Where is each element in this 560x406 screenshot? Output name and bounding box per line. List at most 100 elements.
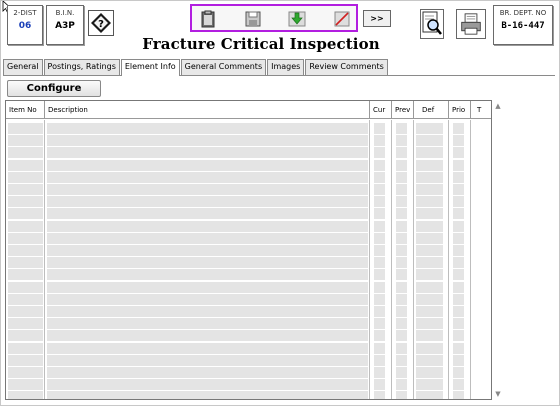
column-header-cur[interactable]: Cur [370,101,392,119]
column-header-def[interactable]: Def [414,101,449,119]
table-cell[interactable] [47,318,368,330]
table-cell[interactable] [47,135,368,147]
column-header-description[interactable]: Description [45,101,370,119]
print-preview-button[interactable] [420,9,444,39]
table-cell[interactable] [8,208,43,220]
table-cell[interactable] [416,306,443,317]
table-cell[interactable] [8,147,43,159]
table-cell[interactable] [374,269,385,281]
column-header-prio[interactable]: Prio [449,101,471,119]
tab-general-comments[interactable]: General Comments [180,59,267,75]
table-cell[interactable] [416,232,443,244]
table-cell[interactable] [8,245,43,256]
table-cell[interactable] [396,135,407,147]
save-button[interactable] [243,9,263,29]
table-cell[interactable] [374,123,385,134]
table-cell[interactable] [453,379,464,391]
table-cell[interactable] [416,196,443,208]
table-cell[interactable] [453,391,464,399]
table-cell[interactable] [8,171,43,183]
table-cell[interactable] [453,342,464,354]
table-cell[interactable] [8,281,43,293]
table-cell[interactable] [47,147,368,159]
table-cell[interactable] [416,342,443,354]
table-cell[interactable] [396,354,407,366]
table-cell[interactable] [396,306,407,317]
table-cell[interactable] [396,184,407,195]
download-button[interactable] [287,9,307,29]
table-cell[interactable] [416,281,443,293]
table-cell[interactable] [374,196,385,208]
table-cell[interactable] [416,135,443,147]
table-cell[interactable] [396,220,407,232]
table-cell[interactable] [47,367,368,378]
table-cell[interactable] [8,220,43,232]
table-cell[interactable] [416,391,443,399]
table-cell[interactable] [47,257,368,269]
table-cell[interactable] [453,135,464,147]
table-cell[interactable] [8,269,43,281]
table-cell[interactable] [8,123,43,134]
table-cell[interactable] [374,306,385,317]
table-cell[interactable] [374,281,385,293]
print-button[interactable] [456,9,486,39]
table-cell[interactable] [47,293,368,305]
table-cell[interactable] [47,196,368,208]
table-cell[interactable] [396,293,407,305]
table-cell[interactable] [47,208,368,220]
table-cell[interactable] [453,232,464,244]
table-cell[interactable] [374,367,385,378]
table-cell[interactable] [453,367,464,378]
table-cell[interactable] [453,318,464,330]
table-cell[interactable] [8,330,43,342]
table-cell[interactable] [374,208,385,220]
tab-general[interactable]: General [3,59,43,75]
table-cell[interactable] [8,135,43,147]
table-cell[interactable] [8,159,43,171]
table-cell[interactable] [374,257,385,269]
table-cell[interactable] [8,293,43,305]
table-cell[interactable] [374,135,385,147]
table-cell[interactable] [396,318,407,330]
table-cell[interactable] [416,330,443,342]
table-cell[interactable] [396,232,407,244]
table-cell[interactable] [416,318,443,330]
table-cell[interactable] [374,391,385,399]
table-cell[interactable] [8,391,43,399]
table-cell[interactable] [416,367,443,378]
table-cell[interactable] [453,196,464,208]
table-cell[interactable] [416,147,443,159]
table-cell[interactable] [453,245,464,256]
table-cell[interactable] [8,196,43,208]
table-cell[interactable] [396,159,407,171]
table-cell[interactable] [8,257,43,269]
table-cell[interactable] [47,354,368,366]
table-cell[interactable] [396,171,407,183]
table-cell[interactable] [396,147,407,159]
table-cell[interactable] [453,159,464,171]
table-cell[interactable] [416,354,443,366]
table-cell[interactable] [396,330,407,342]
table-cell[interactable] [416,123,443,134]
table-cell[interactable] [47,171,368,183]
column-header-prev[interactable]: Prev [392,101,414,119]
configure-button[interactable]: Configure [7,80,101,97]
tab-review-comments[interactable]: Review Comments [305,59,388,75]
table-cell[interactable] [47,306,368,317]
table-cell[interactable] [396,379,407,391]
table-cell[interactable] [47,123,368,134]
table-cell[interactable] [416,171,443,183]
table-cell[interactable] [8,306,43,317]
table-cell[interactable] [416,257,443,269]
table-cell[interactable] [396,391,407,399]
table-cell[interactable] [416,208,443,220]
table-cell[interactable] [396,269,407,281]
table-cell[interactable] [8,184,43,195]
table-cell[interactable] [47,379,368,391]
table-cell[interactable] [374,220,385,232]
table-cell[interactable] [8,354,43,366]
table-cell[interactable] [8,318,43,330]
table-cell[interactable] [47,159,368,171]
tab-postings-ratings[interactable]: Postings, Ratings [43,59,120,75]
column-header-item-no[interactable]: Item No [6,101,45,119]
